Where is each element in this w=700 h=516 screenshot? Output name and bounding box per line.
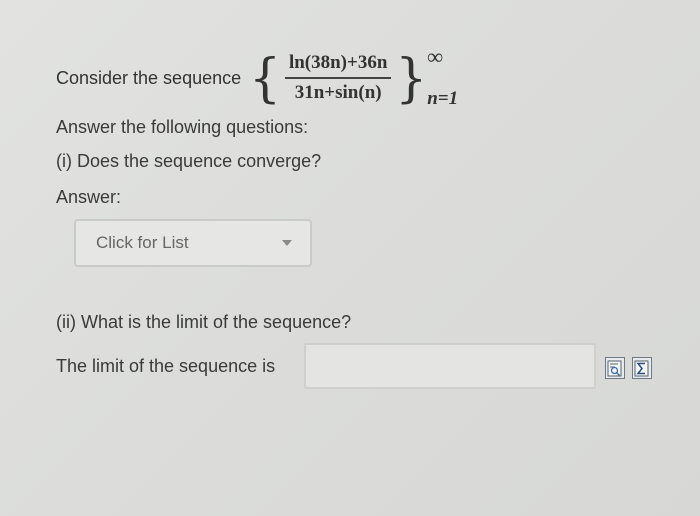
limit-answer-input[interactable] xyxy=(304,343,596,389)
right-brace: } xyxy=(395,47,428,109)
question-statement: Consider the sequence { ln(38n)+36n 31n+… xyxy=(56,42,477,114)
dropdown-selected-value: Click for List xyxy=(96,233,189,252)
fraction-numerator: ln(38n)+36n xyxy=(288,52,388,74)
equation-editor-button[interactable] xyxy=(632,357,652,379)
caret-down-icon xyxy=(282,240,292,246)
part2-question: (ii) What is the limit of the sequence? xyxy=(56,312,352,332)
preview-button[interactable] xyxy=(605,357,625,379)
left-brace: { xyxy=(249,47,281,109)
part1-question: (i) Does the sequence converge? xyxy=(56,151,322,171)
sequence-limits: ∞ n=1 xyxy=(427,42,477,114)
fraction-denominator: 31n+sin(n) xyxy=(294,81,382,103)
upper-limit: ∞ xyxy=(427,44,443,69)
sequence-fraction: ln(38n)+36n 31n+sin(n) xyxy=(284,52,392,104)
converge-dropdown[interactable]: Click for List xyxy=(74,219,312,267)
lower-limit: n=1 xyxy=(427,88,459,109)
preview-icon xyxy=(607,360,622,376)
instruction-text: Answer the following questions: xyxy=(56,117,309,137)
answer-label: Answer: xyxy=(56,187,122,207)
question-page: Consider the sequence { ln(38n)+36n 31n+… xyxy=(0,0,700,516)
equation-editor-icon xyxy=(634,360,649,376)
limit-input-label: The limit of the sequence is xyxy=(56,356,276,376)
question-intro: Consider the sequence xyxy=(56,67,242,88)
